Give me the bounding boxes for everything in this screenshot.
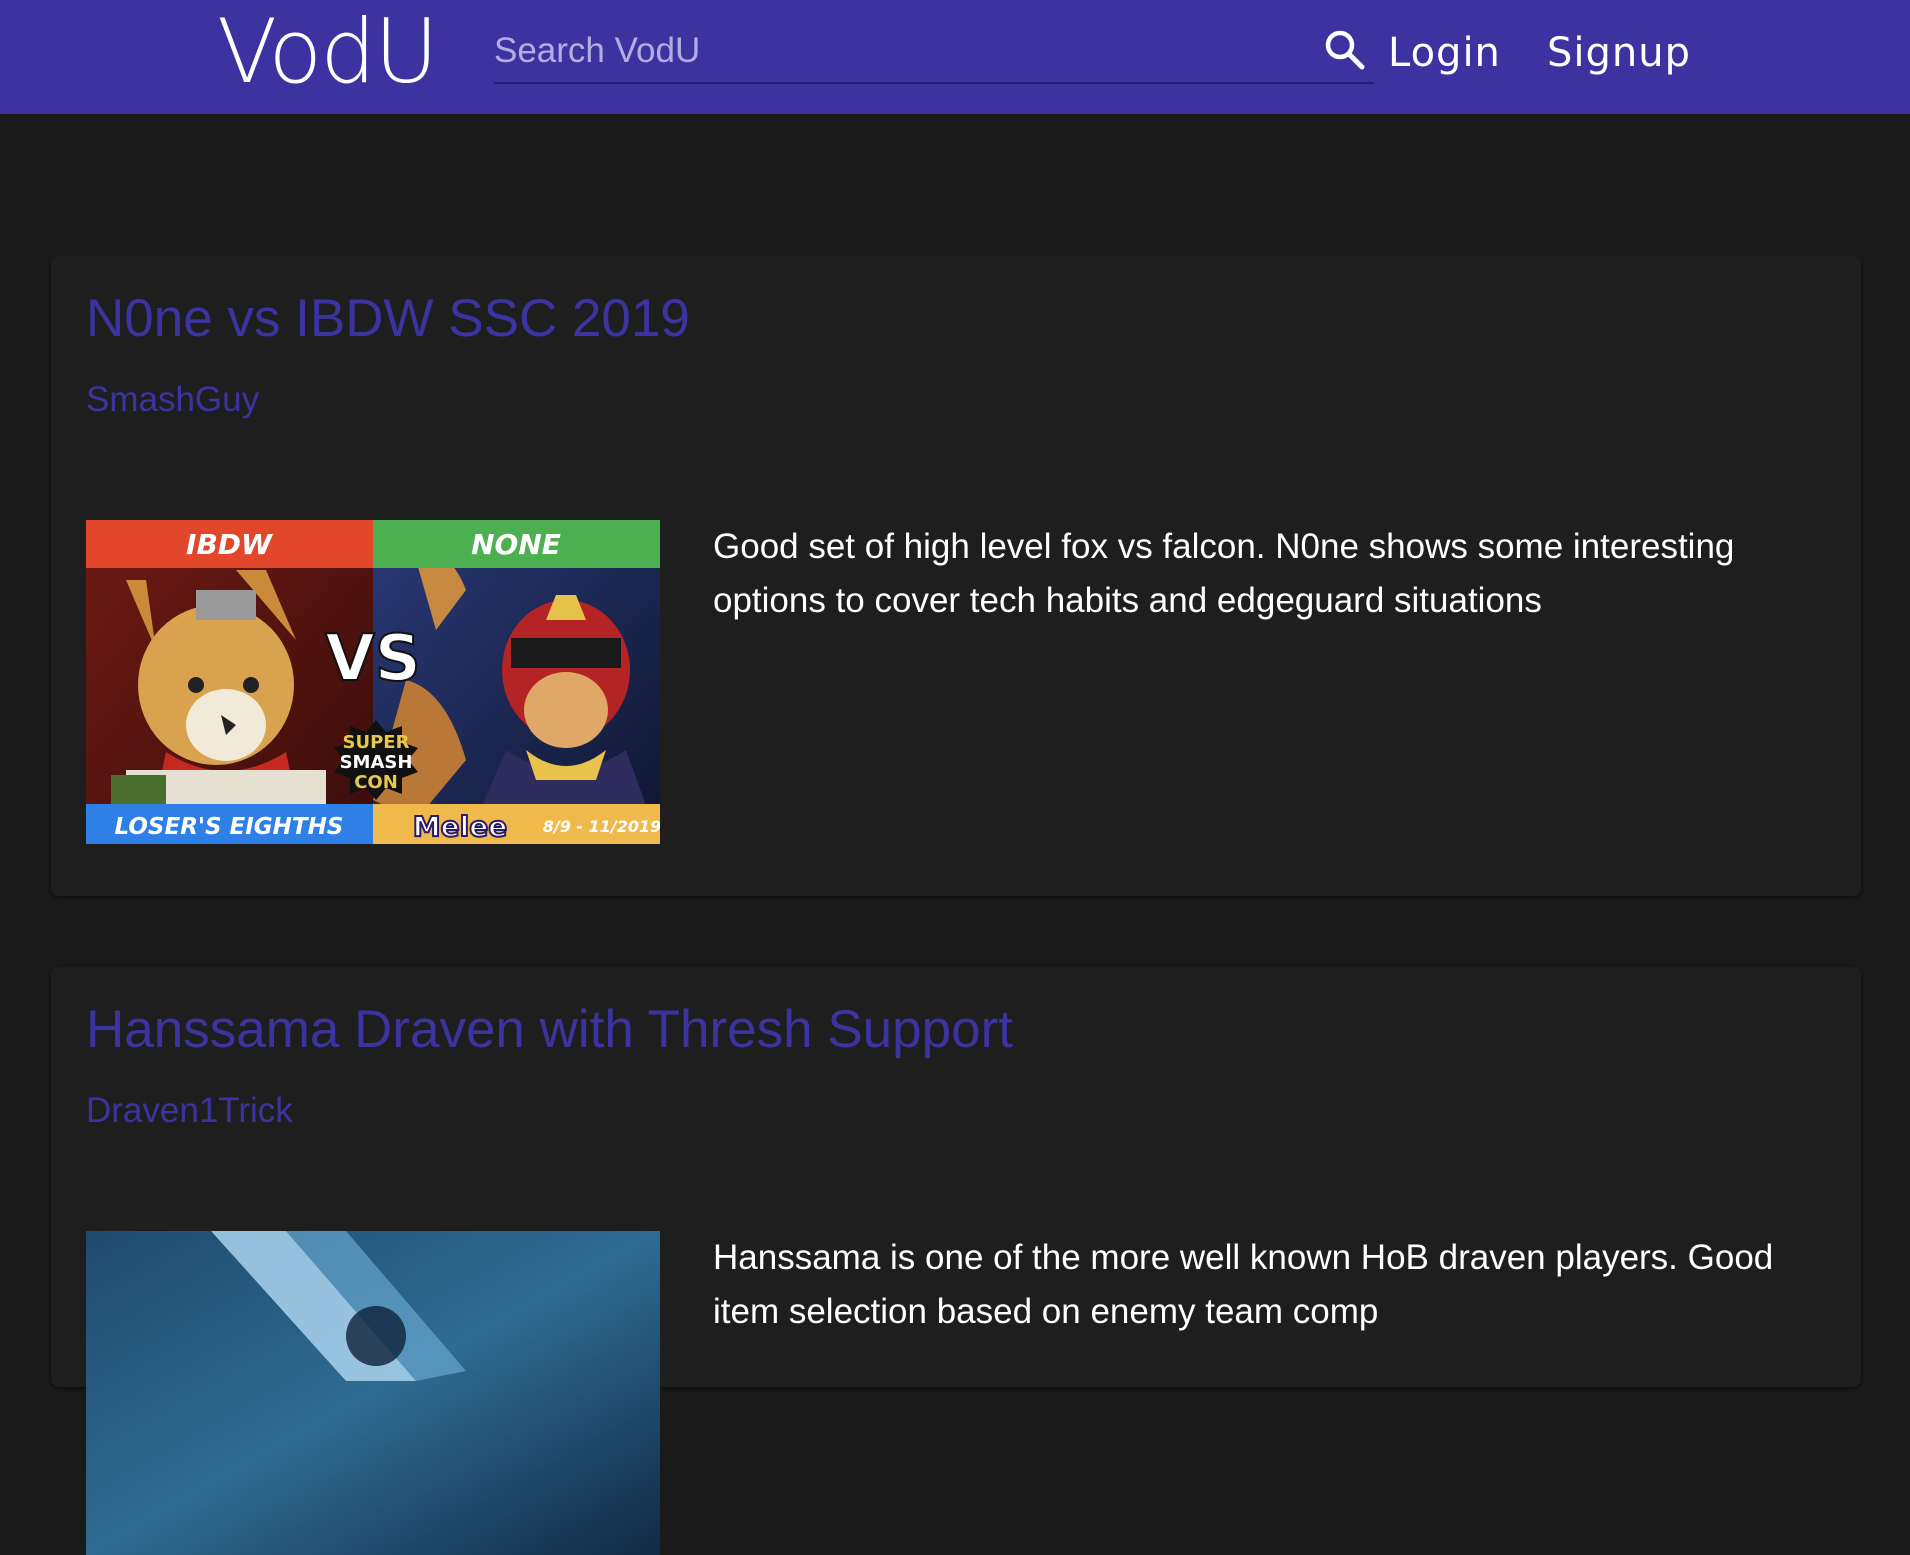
round-label: LOSER'S EIGHTHS xyxy=(115,814,344,840)
dates-label: 8/9 - 11/2019 xyxy=(543,817,660,836)
top-navbar: VodU Login Signup xyxy=(0,0,1910,114)
vs-label: VS xyxy=(325,622,421,696)
signup-link[interactable]: Signup xyxy=(1547,30,1691,76)
vod-title[interactable]: Hanssama Draven with Thresh Support xyxy=(86,999,1013,1060)
vod-title[interactable]: N0ne vs IBDW SSC 2019 xyxy=(86,288,690,349)
vod-card: Hanssama Draven with Thresh Support Drav… xyxy=(51,967,1861,1555)
vod-description: Good set of high level fox vs falcon. N0… xyxy=(713,527,1735,620)
thumbnail-art xyxy=(86,1231,660,1555)
svg-text:SUPER: SUPER xyxy=(343,732,410,753)
svg-text:CON: CON xyxy=(354,772,398,793)
vod-description: Hanssama is one of the more well known H… xyxy=(713,1238,1774,1331)
left-player-label: IBDW xyxy=(186,528,273,561)
vod-author[interactable]: Draven1Trick xyxy=(86,1091,293,1131)
vod-thumbnail[interactable]: IBDW NONE VS LOSER'S EIGHTHS Melee 8/9 -… xyxy=(86,520,660,844)
thumbnail-art: IBDW NONE VS LOSER'S EIGHTHS Melee 8/9 -… xyxy=(86,520,660,844)
vod-author[interactable]: SmashGuy xyxy=(86,380,259,420)
search-bar xyxy=(494,24,1374,84)
svg-text:SMASH: SMASH xyxy=(340,752,413,773)
vod-thumbnail[interactable] xyxy=(86,1231,660,1555)
right-player-label: NONE xyxy=(471,528,561,561)
search-input[interactable] xyxy=(494,24,1294,78)
vodu-logo[interactable]: VodU xyxy=(217,6,438,98)
search-icon[interactable] xyxy=(1323,28,1367,72)
vod-card: N0ne vs IBDW SSC 2019 SmashGuy IBDW NONE… xyxy=(51,256,1861,896)
login-link[interactable]: Login xyxy=(1388,30,1501,76)
game-label: Melee xyxy=(413,810,507,843)
